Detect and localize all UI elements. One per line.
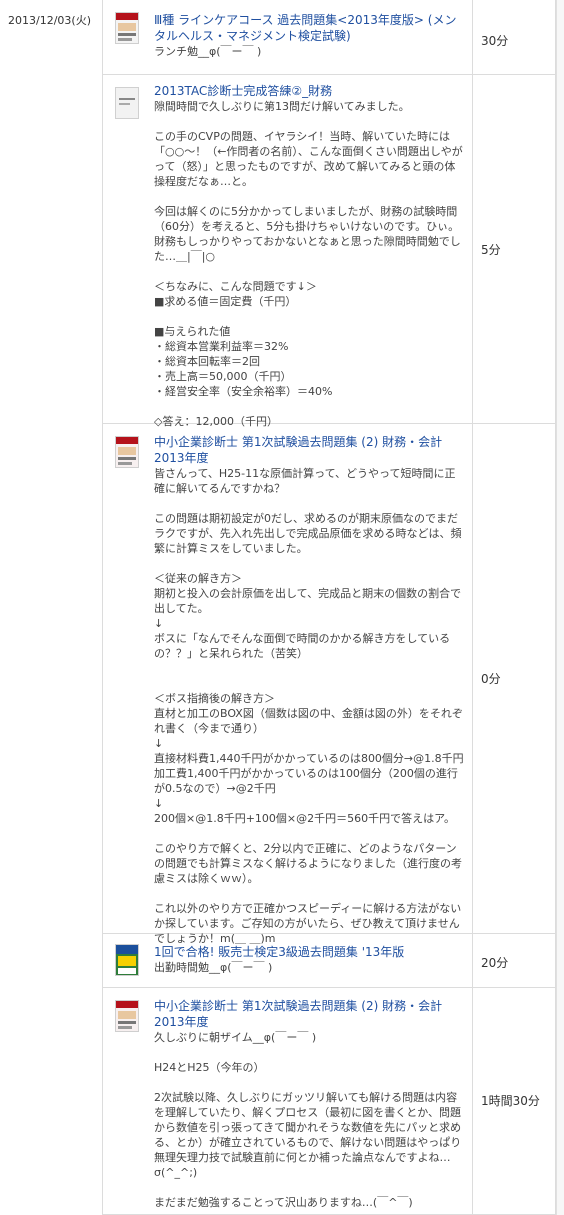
log-entry: 中小企業診断士 第1次試験過去問題集 (2) 財務・会計 2013年度 久しぶり… bbox=[103, 988, 564, 1215]
memo-line: ＜従来の解き方＞ bbox=[154, 572, 242, 585]
log-entry: 2013TAC診断士完成答練②_財務 隙間時間で久しぶりに第13問だけ解いてみま… bbox=[103, 75, 564, 428]
time-cell: 30分 bbox=[473, 0, 556, 74]
entry-memo: ランチ勉__φ(￣ー￣ ) bbox=[154, 44, 466, 59]
memo-line: 直接材料費1,440千円がかかっているのは800個分→@1.8千円 bbox=[154, 752, 464, 765]
book-cover-image[interactable] bbox=[115, 12, 139, 44]
memo-line bbox=[154, 264, 466, 279]
memo-line: ランチ勉__φ(￣ー￣ ) bbox=[154, 45, 262, 58]
book-cover-image[interactable] bbox=[115, 87, 139, 119]
memo-line: 加工費1,400千円がかかっているのは100個分（200個の進行が0.5なので）… bbox=[154, 767, 458, 795]
book-title-link[interactable]: Ⅲ種 ラインケアコース 過去問題集<2013年度版> (メンタルヘルス・マネジメ… bbox=[154, 12, 466, 44]
memo-line bbox=[154, 114, 466, 129]
date-label: 2013/12/03(火) bbox=[8, 14, 91, 27]
date-cell: 2013/12/03(火) bbox=[0, 0, 103, 1215]
book-title-link[interactable]: 中小企業診断士 第1次試験過去問題集 (2) 財務・会計 2013年度 bbox=[154, 998, 466, 1030]
entry-content: Ⅲ種 ラインケアコース 過去問題集<2013年度版> (メンタルヘルス・マネジメ… bbox=[154, 12, 466, 59]
memo-line bbox=[154, 496, 466, 511]
time-cell: 1時間30分 bbox=[473, 988, 556, 1214]
book-cover-image[interactable] bbox=[115, 944, 139, 976]
memo-line: ↓ bbox=[154, 617, 164, 630]
book-cell: 1回で合格! 販売士検定3級過去問題集 '13年版 出勤時間勉__φ(￣ー￣ ) bbox=[103, 934, 473, 987]
memo-line: ＜ちなみに、こんな問題です↓＞ bbox=[154, 280, 317, 293]
memo-line: H24とH25（今年の） bbox=[154, 1061, 265, 1074]
book-cell: 中小企業診断士 第1次試験過去問題集 (2) 財務・会計 2013年度 久しぶり… bbox=[103, 988, 473, 1214]
log-entry: 1回で合格! 販売士検定3級過去問題集 '13年版 出勤時間勉__φ(￣ー￣ )… bbox=[103, 934, 564, 988]
time-cell: 5分 bbox=[473, 75, 556, 423]
memo-line: ・総資本回転率＝2回 bbox=[154, 355, 260, 368]
memo-line: 期初と投入の会計原価を出して、完成品と期末の個数の割合で出してた。 bbox=[154, 587, 462, 615]
memo-line bbox=[154, 826, 466, 841]
memo-line: 皆さんって、H25-11な原価計算って、どうやって短時間に正確に解いてるんですか… bbox=[154, 467, 456, 495]
book-title-link[interactable]: 2013TAC診断士完成答練②_財務 bbox=[154, 83, 466, 99]
memo-line: このやり方で解くと、2分以内で正確に、どのようなパターンの問題でも計算ミスなく解… bbox=[154, 842, 462, 885]
book-cover-image[interactable] bbox=[115, 1000, 139, 1032]
log-entry: 中小企業診断士 第1次試験過去問題集 (2) 財務・会計 2013年度 皆さんっ… bbox=[103, 424, 564, 945]
memo-line: 2次試験以降、久しぶりにガッツリ解いても解ける問題は内容を理解していたり、解くプ… bbox=[154, 1091, 462, 1179]
memo-line bbox=[154, 309, 466, 324]
book-cell: Ⅲ種 ラインケアコース 過去問題集<2013年度版> (メンタルヘルス・マネジメ… bbox=[103, 0, 473, 74]
memo-line bbox=[154, 1180, 466, 1195]
entry-memo: 出勤時間勉__φ(￣ー￣ ) bbox=[154, 960, 466, 975]
memo-line: ↓ bbox=[154, 737, 164, 750]
time-cell: 0分 bbox=[473, 424, 556, 933]
memo-line bbox=[154, 399, 466, 414]
entry-memo: 隙間時間で久しぶりに第13問だけ解いてみました。この手のCVPの問題、イヤラシイ… bbox=[154, 99, 466, 429]
memo-line: 直材と加工のBOX図（個数は図の中、金額は図の外）をそれぞれ書く（今まで通り） bbox=[154, 707, 463, 735]
memo-line bbox=[154, 1075, 466, 1090]
book-cell: 中小企業診断士 第1次試験過去問題集 (2) 財務・会計 2013年度 皆さんっ… bbox=[103, 424, 473, 945]
memo-line bbox=[154, 1045, 466, 1060]
memo-line: 隙間時間で久しぶりに第13問だけ解いてみました。 bbox=[154, 100, 410, 113]
memo-line bbox=[154, 661, 466, 676]
entry-content: 中小企業診断士 第1次試験過去問題集 (2) 財務・会計 2013年度 久しぶり… bbox=[154, 998, 466, 1210]
memo-line: 200個×@1.8千円+100個×@2千円＝560千円で答えはア。 bbox=[154, 812, 456, 825]
memo-line: ・総資本営業利益率＝32% bbox=[154, 340, 289, 353]
memo-line: この問題は期初設定が0だし、求めるのが期末原価なのでまだラクですが、先入れ先出し… bbox=[154, 512, 462, 555]
memo-line: ・経営安全率（安全余裕率）＝40% bbox=[154, 385, 333, 398]
book-cover-image[interactable] bbox=[115, 436, 139, 468]
entry-memo: 久しぶりに朝ザイム__φ(￣ー￣ ) H24とH25（今年の） 2次試験以降、久しぶ… bbox=[154, 1030, 466, 1210]
memo-line: 今回は解くのに5分かかってしまいましたが、財務の試験時間（60分）を考えると、5… bbox=[154, 205, 461, 263]
memo-line: ＜ボス指摘後の解き方＞ bbox=[154, 692, 275, 705]
entry-content: 中小企業診断士 第1次試験過去問題集 (2) 財務・会計 2013年度 皆さんっ… bbox=[154, 434, 466, 946]
entry-content: 2013TAC診断士完成答練②_財務 隙間時間で久しぶりに第13問だけ解いてみま… bbox=[154, 83, 466, 429]
study-log-table: 2013/12/03(火) Ⅲ種 ラインケアコース 過去問題集<2013年度版>… bbox=[0, 0, 564, 1215]
entry-memo: 皆さんって、H25-11な原価計算って、どうやって短時間に正確に解いてるんですか… bbox=[154, 466, 466, 946]
study-time: 30分 bbox=[481, 34, 509, 48]
memo-line: まだまだ勉強することって沢山ありますね…(￣^￣) bbox=[154, 1196, 413, 1209]
book-title-link[interactable]: 中小企業診断士 第1次試験過去問題集 (2) 財務・会計 2013年度 bbox=[154, 434, 466, 466]
memo-line: ボスに「なんでそんな面倒で時間のかかる解き方をしているの？？」と呆れられた（苦笑… bbox=[154, 632, 451, 660]
memo-line: 久しぶりに朝ザイム__φ(￣ー￣ ) bbox=[154, 1031, 317, 1044]
study-time: 20分 bbox=[481, 956, 509, 970]
entry-content: 1回で合格! 販売士検定3級過去問題集 '13年版 出勤時間勉__φ(￣ー￣ ) bbox=[154, 944, 466, 975]
memo-line: ■求める値＝固定費（千円） bbox=[154, 295, 297, 308]
study-time: 0分 bbox=[481, 672, 501, 686]
scrollbar[interactable] bbox=[556, 0, 564, 1215]
memo-line bbox=[154, 556, 466, 571]
study-time: 5分 bbox=[481, 243, 501, 257]
book-title-link[interactable]: 1回で合格! 販売士検定3級過去問題集 '13年版 bbox=[154, 944, 466, 960]
log-entry: Ⅲ種 ラインケアコース 過去問題集<2013年度版> (メンタルヘルス・マネジメ… bbox=[103, 0, 564, 75]
time-cell: 20分 bbox=[473, 934, 556, 987]
memo-line: ・売上高＝50,000（千円） bbox=[154, 370, 292, 383]
memo-line bbox=[154, 676, 466, 691]
memo-line bbox=[154, 886, 466, 901]
memo-line: ↓ bbox=[154, 797, 164, 810]
memo-line: この手のCVPの問題、イヤラシイ！当時、解いていた時には「○○～！（←作問者の名… bbox=[154, 130, 463, 188]
study-time: 1時間30分 bbox=[481, 1094, 540, 1108]
memo-line: ■与えられた値 bbox=[154, 325, 231, 338]
memo-line bbox=[154, 189, 466, 204]
book-cell: 2013TAC診断士完成答練②_財務 隙間時間で久しぶりに第13問だけ解いてみま… bbox=[103, 75, 473, 428]
memo-line: 出勤時間勉__φ(￣ー￣ ) bbox=[154, 961, 273, 974]
